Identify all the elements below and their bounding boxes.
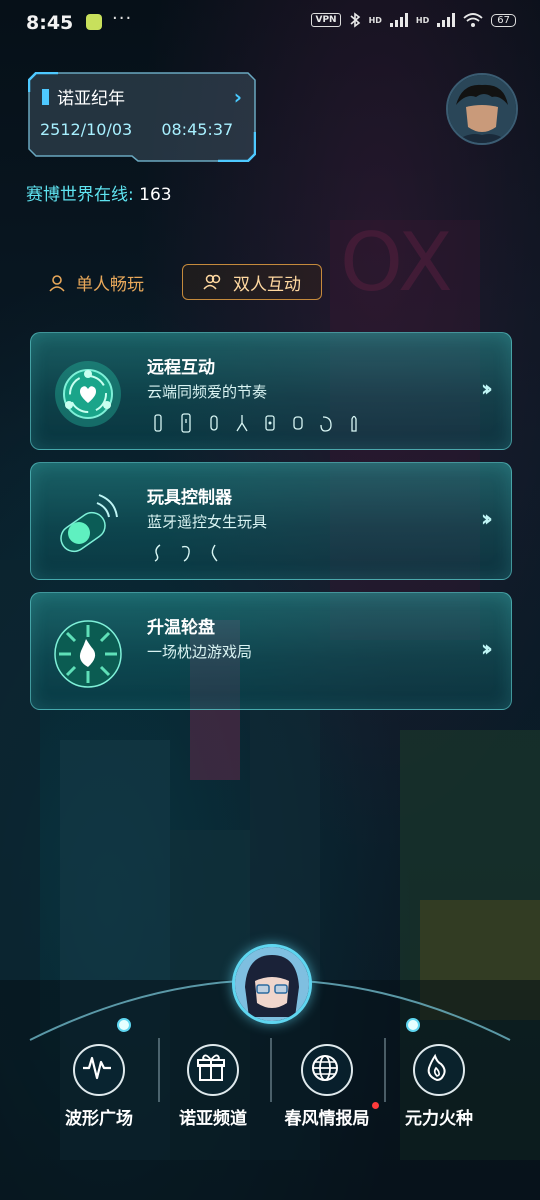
nav-label: 春风情报局 [284,1109,370,1129]
device-icon [351,415,357,432]
status-time: 8:45 [26,12,74,34]
bluetooth-toggle-icon [53,489,123,559]
card-title: 玩具控制器 [147,488,232,508]
signal-icon-1 [389,13,408,27]
status-more-dots: ··· [112,8,133,29]
double-chevron-right-icon[interactable]: ›› [481,507,493,532]
bluetooth-icon [350,12,360,28]
center-character-avatar[interactable] [232,944,312,1024]
device-icon [154,414,162,432]
device-icon [154,544,161,562]
wave-icon [73,1044,125,1096]
date-panel-label: 诺亚纪年 [57,89,125,109]
device-icons-row [151,413,361,433]
card-title: 升温轮盘 [147,618,215,638]
title-accent-bar [42,88,49,105]
double-chevron-right-icon[interactable]: ›› [481,377,493,402]
notification-badge [372,1102,379,1109]
card-title: 远程互动 [147,358,215,378]
users-icon [203,274,221,290]
nav-noah-channel[interactable]: 诺亚频道 [158,1044,268,1129]
user-avatar[interactable] [446,73,518,145]
wifi-icon [463,12,483,27]
nav-vital-spark[interactable]: 元力火种 [384,1044,494,1129]
flame-wheel-icon [53,619,123,689]
device-icon [236,415,248,432]
nav-spring-intel[interactable]: 春风情报局 [272,1044,382,1129]
vpn-badge: VPN [311,13,341,27]
chevron-right-icon[interactable]: › [234,85,242,109]
app-notification-icon [86,14,102,30]
avatar-portrait [448,75,516,143]
nav-label: 元力火种 [405,1109,473,1129]
date-value: 2512/10/03 [40,120,133,139]
time-value: 08:45:37 [161,120,234,139]
tab-dual-interact[interactable]: 双人互动 [182,264,322,300]
online-label: 赛博世界在线: [26,185,140,205]
nav-wave-square[interactable]: 波形广场 [44,1044,154,1129]
hd-label-2: HD [415,15,430,25]
character-portrait [235,947,309,1021]
device-icon [181,413,191,433]
device-icon [320,416,332,432]
svg-text:OX: OX [340,216,453,309]
card-subtitle: 一场枕边游戏局 [147,643,253,661]
tab-dual-label: 双人互动 [233,274,301,295]
card-toy-controller[interactable]: 玩具控制器 蓝牙遥控女生玩具 ›› [30,462,512,580]
date-panel-title: 诺亚纪年 [42,84,125,109]
double-chevron-right-icon[interactable]: ›› [481,637,493,662]
gift-icon [187,1044,239,1096]
card-subtitle: 蓝牙遥控女生玩具 [147,513,268,531]
date-panel[interactable]: 诺亚纪年 › 2512/10/03 08:45:37 [28,72,256,162]
tab-single-label: 单人畅玩 [76,275,144,295]
card-remote-interaction[interactable]: 远程互动 云端同频爱的节奏 ›› [30,332,512,450]
hd-label-1: HD [368,15,382,25]
online-count: 赛博世界在线: 163 [26,180,172,205]
nav-label: 波形广场 [65,1109,133,1129]
heart-orbit-icon [53,359,123,429]
device-icons-row [151,543,221,563]
online-number: 163 [139,185,172,205]
device-icon [210,415,218,431]
card-subtitle: 云端同频爱的节奏 [147,383,268,401]
user-icon [49,274,65,292]
device-icon [181,545,190,562]
battery-indicator: 67 [491,13,516,27]
globe-icon [301,1044,353,1096]
device-icon [293,416,303,430]
device-icon [265,415,275,431]
nav-label: 诺亚频道 [179,1109,247,1129]
fire-icon [413,1044,465,1096]
date-time-line: 2512/10/03 08:45:37 [40,120,233,139]
status-right-group: VPN HD HD 67 [311,12,516,28]
device-icon [211,544,218,562]
card-heat-wheel[interactable]: 升温轮盘 一场枕边游戏局 ›› [30,592,512,710]
status-bar: 8:45 ··· VPN HD HD 67 [0,0,540,44]
signal-icon-2 [437,13,456,27]
tab-single-play[interactable]: 单人畅玩 [48,270,144,295]
